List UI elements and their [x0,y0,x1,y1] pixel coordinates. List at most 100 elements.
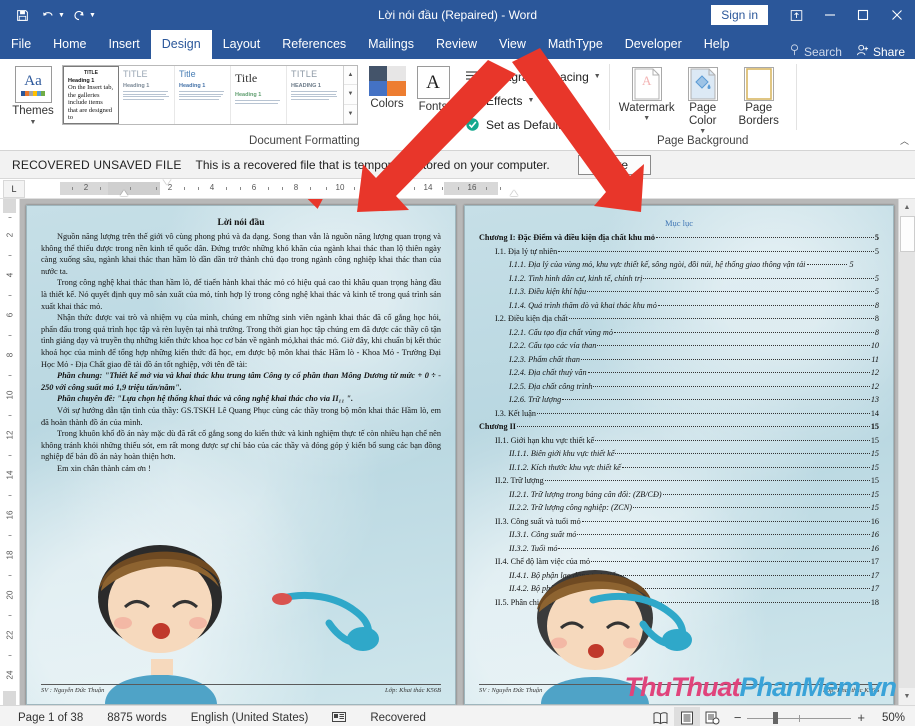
gallery-scroll-up-icon[interactable]: ▲ [344,66,357,85]
themes-dropdown-icon[interactable]: ▼ [30,119,37,126]
zoom-out-button[interactable]: − [734,710,742,725]
redo-icon[interactable] [67,4,91,26]
tab-home[interactable]: Home [42,30,97,59]
tab-references[interactable]: References [271,30,357,59]
toc-entry[interactable]: I.2.1. Cấu tạo địa chất vùng mỏ8 [509,326,879,340]
toc-entry[interactable]: II.3. Công suất và tuổi mỏ16 [495,515,879,529]
toc-entry[interactable]: II.2.2. Trữ lượng công nghiệp: (ZCN)15 [509,501,879,515]
message-bar-save-button[interactable]: Save [578,155,651,175]
minimize-icon[interactable] [813,0,846,30]
hanging-indent-marker[interactable] [120,190,128,196]
watermark-dropdown-icon[interactable]: ▼ [643,115,650,122]
print-layout-icon[interactable] [674,707,700,726]
tab-layout[interactable]: Layout [212,30,272,59]
toc-entry[interactable]: II.1. Giới hạn khu vực thiết kế15 [495,434,879,448]
scrollbar-thumb[interactable] [900,216,915,252]
table-of-contents[interactable]: Chương I: Đặc Điểm và điều kiện địa chất… [479,231,879,609]
toc-entry[interactable]: I.2.6. Trữ lượng13 [509,393,879,407]
zoom-controls[interactable]: − + 50% [734,710,909,725]
toc-entry[interactable]: I.1.3. Điều kiện khí hậu5 [509,285,879,299]
colors-button[interactable]: Colors [364,63,410,111]
toc-entry[interactable]: I.1. Địa lý tự nhiên5 [495,245,879,259]
undo-icon[interactable] [36,4,60,26]
toc-entry[interactable]: Chương I: Đặc Điểm và điều kiện địa chất… [479,231,879,245]
scroll-down-icon[interactable]: ▼ [899,688,915,705]
tab-file[interactable]: File [0,30,42,59]
tab-design[interactable]: Design [151,30,212,59]
language-indicator[interactable]: English (United States) [179,712,321,724]
toc-entry[interactable]: II.1.1. Biên giới khu vực thiết kế15 [509,447,879,461]
document-page-2[interactable]: Mục lục Chương I: Đặc Điểm và điều kiện … [464,205,894,705]
style-set-item[interactable]: Title Heading 1 [175,66,231,124]
scroll-up-icon[interactable]: ▲ [899,199,915,216]
collapse-ribbon-icon[interactable]: ︿ [900,134,909,147]
read-mode-icon[interactable] [648,707,674,726]
web-layout-icon[interactable] [700,707,726,726]
paragraph-spacing-dropdown-icon[interactable]: ▼ [594,73,601,80]
toc-entry[interactable]: I.2.4. Địa chất thuỷ văn12 [509,366,879,380]
style-set-gallery[interactable]: TITLE Heading 1 On the Insert tab, the g… [62,65,358,125]
toc-entry[interactable]: I.2.5. Địa chất công trình12 [509,380,879,394]
share-button[interactable]: Share [856,44,905,59]
page-color-dropdown-icon[interactable]: ▼ [699,128,706,135]
close-icon[interactable] [879,0,915,30]
horizontal-ruler-strip[interactable]: 2 2 4 6 8 10 12 14 16 [60,182,897,195]
tab-mailings[interactable]: Mailings [357,30,425,59]
toc-entry[interactable]: I.1.4. Quá trình thăm dò và khai thác kh… [509,299,879,313]
word-count[interactable]: 8875 words [95,712,178,724]
horizontal-ruler[interactable]: L 2 2 4 6 8 10 12 14 16 [0,179,915,199]
vertical-ruler[interactable]: 2 4 6 8 10 12 14 16 18 20 22 24 [0,199,20,705]
toc-entry[interactable]: I.2. Điều kiện địa chất8 [495,312,879,326]
gallery-scroll-down-icon[interactable]: ▼ [344,85,357,104]
tab-insert[interactable]: Insert [98,30,151,59]
toc-entry[interactable]: II.5. Phân chia ruộng mỏ18 [495,596,879,610]
right-indent-marker[interactable] [510,190,518,196]
customize-qat-icon[interactable]: ▼ [89,12,96,19]
toc-entry[interactable]: I.1.2. Tình hình dân cư, kinh tế, chính … [509,272,879,286]
watermark-button[interactable]: A Watermark ▼ [620,67,674,135]
gallery-more-icon[interactable]: ▼ [344,105,357,124]
toc-entry[interactable]: I.2.2. Cấu tạo các vỉa than10 [509,339,879,353]
ribbon-display-options-icon[interactable] [780,0,813,30]
first-line-indent-marker[interactable] [163,179,171,185]
maximize-icon[interactable] [846,0,879,30]
document-page-1[interactable]: Lời nói đầu Nguồn năng lượng trên thế gi… [26,205,456,705]
paragraph-spacing-button[interactable]: Paragraph Spacing ▼ [460,66,605,87]
effects-dropdown-icon[interactable]: ▼ [527,97,534,104]
scrollbar-track[interactable] [899,252,915,688]
toc-entry[interactable]: II.2. Trữ lượng15 [495,474,879,488]
style-set-item[interactable]: TITLE HEADING 1 [287,66,343,124]
toc-entry[interactable]: II.2.1. Trữ lượng trong bảng cân đối: (Z… [509,488,879,502]
toc-entry[interactable]: Chương II15 [479,420,879,434]
toc-entry[interactable]: I.3. Kết luận14 [495,407,879,421]
set-as-default-button[interactable]: Set as Default [460,114,605,135]
tab-stop-selector[interactable]: L [3,180,25,198]
search-box[interactable]: Search [789,44,842,59]
zoom-slider[interactable] [747,712,851,724]
gallery-scroll[interactable]: ▲ ▼ ▼ [343,66,357,124]
effects-button[interactable]: Effects ▼ [460,90,605,111]
zoom-slider-handle[interactable] [773,712,778,724]
zoom-in-button[interactable]: + [857,710,865,725]
recovered-indicator[interactable]: Recovered [358,712,438,724]
tab-help[interactable]: Help [693,30,741,59]
style-set-item[interactable]: TITLE Heading 1 On the Insert tab, the g… [63,66,119,124]
zoom-level[interactable]: 50% [871,712,905,724]
toc-entry[interactable]: II.1.2. Kích thước khu vực thiết kế15 [509,461,879,475]
tab-developer[interactable]: Developer [614,30,693,59]
tab-mathtype[interactable]: MathType [537,30,614,59]
toc-entry[interactable]: I.1.1. Địa lý của vùng mỏ, khu vực thiết… [509,258,879,272]
page-canvas[interactable]: Lời nói đầu Nguồn năng lượng trên thế gi… [20,199,898,705]
toc-entry[interactable]: II.4.2. Bộ phận lao động gián tiếp17 [509,582,879,596]
proofing-errors-icon[interactable] [320,710,358,726]
sign-in-button[interactable]: Sign in [711,5,768,25]
page-color-button[interactable]: Page Color ▼ [676,67,730,135]
toc-entry[interactable]: I.2.3. Phẩm chất than11 [509,353,879,367]
toc-entry[interactable]: II.3.1. Công suất mỏ16 [509,528,879,542]
tab-review[interactable]: Review [425,30,488,59]
toc-entry[interactable]: II.4. Chế độ làm việc của mỏ17 [495,555,879,569]
page-borders-button[interactable]: Page Borders [732,67,786,135]
toc-entry[interactable]: II.3.2. Tuổi mỏ16 [509,542,879,556]
style-set-item[interactable]: TITLE Heading 1 [119,66,175,124]
tab-view[interactable]: View [488,30,537,59]
